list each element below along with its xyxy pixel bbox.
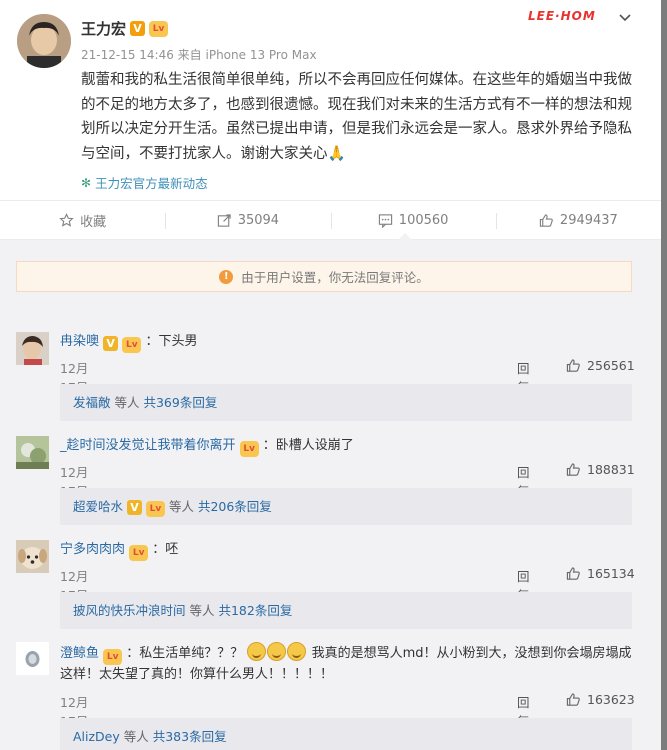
sub-replies[interactable]: 披风的快乐冲浪时间 等人 共182条回复 [60,592,632,629]
member-level-icon: Lv [149,20,169,37]
commenter-name[interactable]: 澄鲸鱼 [60,646,99,661]
sub-reply-name[interactable]: AlizDey [73,729,120,744]
comment-text-line: 冉染噢 V Lv ：下头男 [60,332,632,353]
source-label: 王力宏官方最新动态 [95,176,208,191]
smile-emoji-icon [247,642,267,661]
smile-emoji-icon [287,642,307,661]
window-edge [661,0,667,750]
action-bar: 收藏 35094 100560 2949437 [0,200,661,240]
sub-reply-name[interactable]: 披风的快乐冲浪时间 [73,603,186,618]
sub-reply-count[interactable]: 共206条回复 [198,499,272,514]
comment-text-line: _趁时间没发觉让我带着你离开 Lv ：卧槽人设崩了 [60,436,632,457]
smile-emoji-icon [267,642,287,661]
thumbs-up-icon [566,463,580,476]
comment-body: ：下头男 [145,334,198,349]
comment-like-count: 165134 [587,566,635,581]
sub-reply-count[interactable]: 共182条回复 [218,603,292,618]
author-avatar[interactable] [17,14,71,68]
commenter-name[interactable]: _趁时间没发觉让我带着你离开 [60,438,236,453]
like-count: 2949437 [559,212,618,228]
repost-button[interactable]: 35094 [165,201,330,239]
comment-like-button[interactable]: 163623 [566,692,635,707]
author-name[interactable]: 王力宏 [81,18,126,39]
more-options-icon[interactable] [617,10,633,26]
sub-reply-text: 等人 [119,729,153,744]
repost-icon [217,213,231,227]
post-content: 靓蕾和我的私生活很简单很单纯，所以不会再回应任何媒体。在这些年的婚姻当中我做的不… [81,72,632,162]
verified-badge-icon: V [103,336,119,351]
star-icon [59,212,74,227]
comment-icon [378,213,392,228]
comment-text-line: 宁多肉肉肉 Lv ：呸 [60,540,632,561]
sub-reply-count[interactable]: 共383条回复 [153,729,227,744]
comment-body-part1: ：私生活单纯？？？ [126,646,244,661]
sub-reply-name[interactable]: 发福敵 [73,395,111,410]
thumbs-up-icon [539,213,553,227]
sub-reply-text: 等人 [185,603,219,618]
commenter-avatar[interactable] [16,332,49,365]
commenter-name[interactable]: 宁多肉肉肉 [60,542,125,557]
like-button[interactable]: 2949437 [495,201,661,239]
comment-like-button[interactable]: 188831 [566,462,635,477]
post-meta: 21-12-15 14:46 来自 iPhone 13 Pro Max [81,48,317,62]
sub-reply-name[interactable]: 超爱哈水 [73,499,123,514]
post-card-logo: LEE·HOM [528,9,596,23]
favorite-button[interactable]: 收藏 [0,201,165,239]
thumbs-up-icon [566,359,580,372]
sub-reply-text: 等人 [164,499,198,514]
repost-count: 35094 [237,212,280,228]
commenter-avatar[interactable] [16,436,49,469]
comment-text-line: 澄鲸鱼 Lv ：私生活单纯？？？ 我真的是想骂人md！从小粉到大，没想到你会塌房… [60,642,632,685]
comment-section: ! 由于用户设置，你无法回复评论。 冉染噢 V Lv ：下头男 12月17日 2… [0,240,661,750]
commenter-name[interactable]: 冉染噢 [60,334,99,349]
sub-reply-count[interactable]: 共369条回复 [143,395,217,410]
notice-text: 由于用户设置，你无法回复评论。 [241,270,429,285]
verified-badge-icon: V [127,500,142,515]
warning-icon: ! [219,269,234,284]
sub-reply-text: 等人 [110,395,144,410]
comment-count: 100560 [398,212,449,228]
sub-replies[interactable]: AlizDey 等人 共383条回复 [60,718,632,750]
comment-like-count: 256561 [587,358,635,373]
source-icon: ✻ [81,175,92,190]
member-level-icon: Lv [239,441,259,457]
favorite-label: 收藏 [80,214,107,230]
member-level-icon: Lv [129,545,149,561]
post-source-link[interactable]: ✻ 王力宏官方最新动态 [81,173,208,192]
member-level-icon: Lv [122,337,142,353]
comment-body: ：呸 [152,542,179,557]
thumbs-up-icon [566,693,580,706]
comment-body: ：卧槽人设崩了 [262,438,354,453]
commenter-avatar[interactable] [16,642,49,675]
thumbs-up-icon [566,567,580,580]
comment-like-count: 163623 [587,692,635,707]
comment-like-button[interactable]: 256561 [566,358,635,373]
commenter-avatar[interactable] [16,540,49,573]
comment-like-count: 188831 [587,462,635,477]
sub-replies[interactable]: 超爱哈水 V Lv 等人 共206条回复 [60,488,632,525]
comment-button[interactable]: 100560 [330,201,496,239]
verified-badge-icon: V [130,21,146,36]
member-level-icon: Lv [103,649,123,665]
comment-like-button[interactable]: 165134 [566,566,635,581]
sub-replies[interactable]: 发福敵 等人 共369条回复 [60,384,632,421]
member-level-icon: Lv [145,501,165,517]
comment-pointer [398,233,412,240]
author-name-row: 王力宏 V Lv [81,18,169,39]
reply-restriction-notice: ! 由于用户设置，你无法回复评论。 [16,261,632,292]
